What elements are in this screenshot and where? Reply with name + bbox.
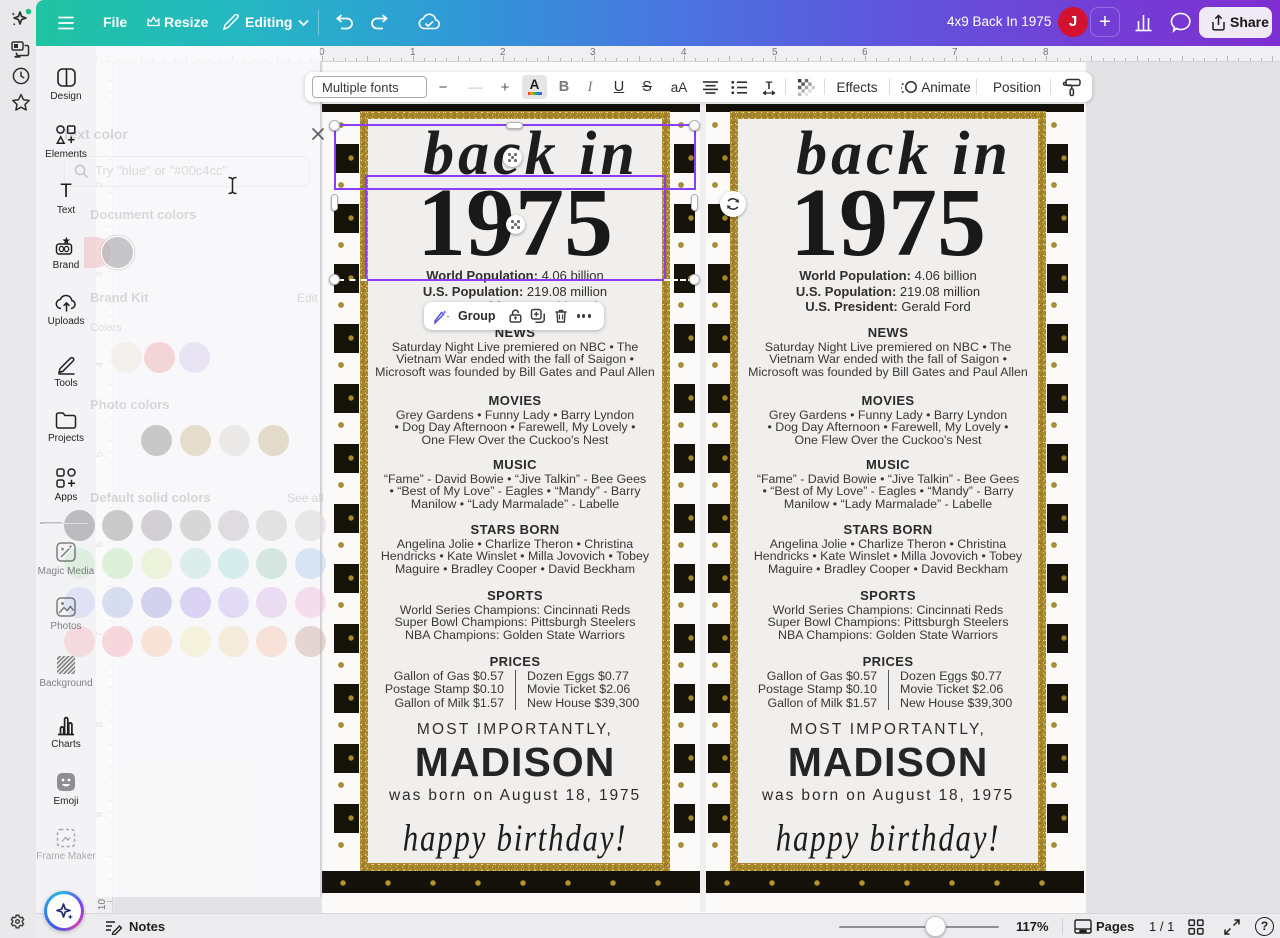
svg-text:T: T: [766, 80, 773, 92]
